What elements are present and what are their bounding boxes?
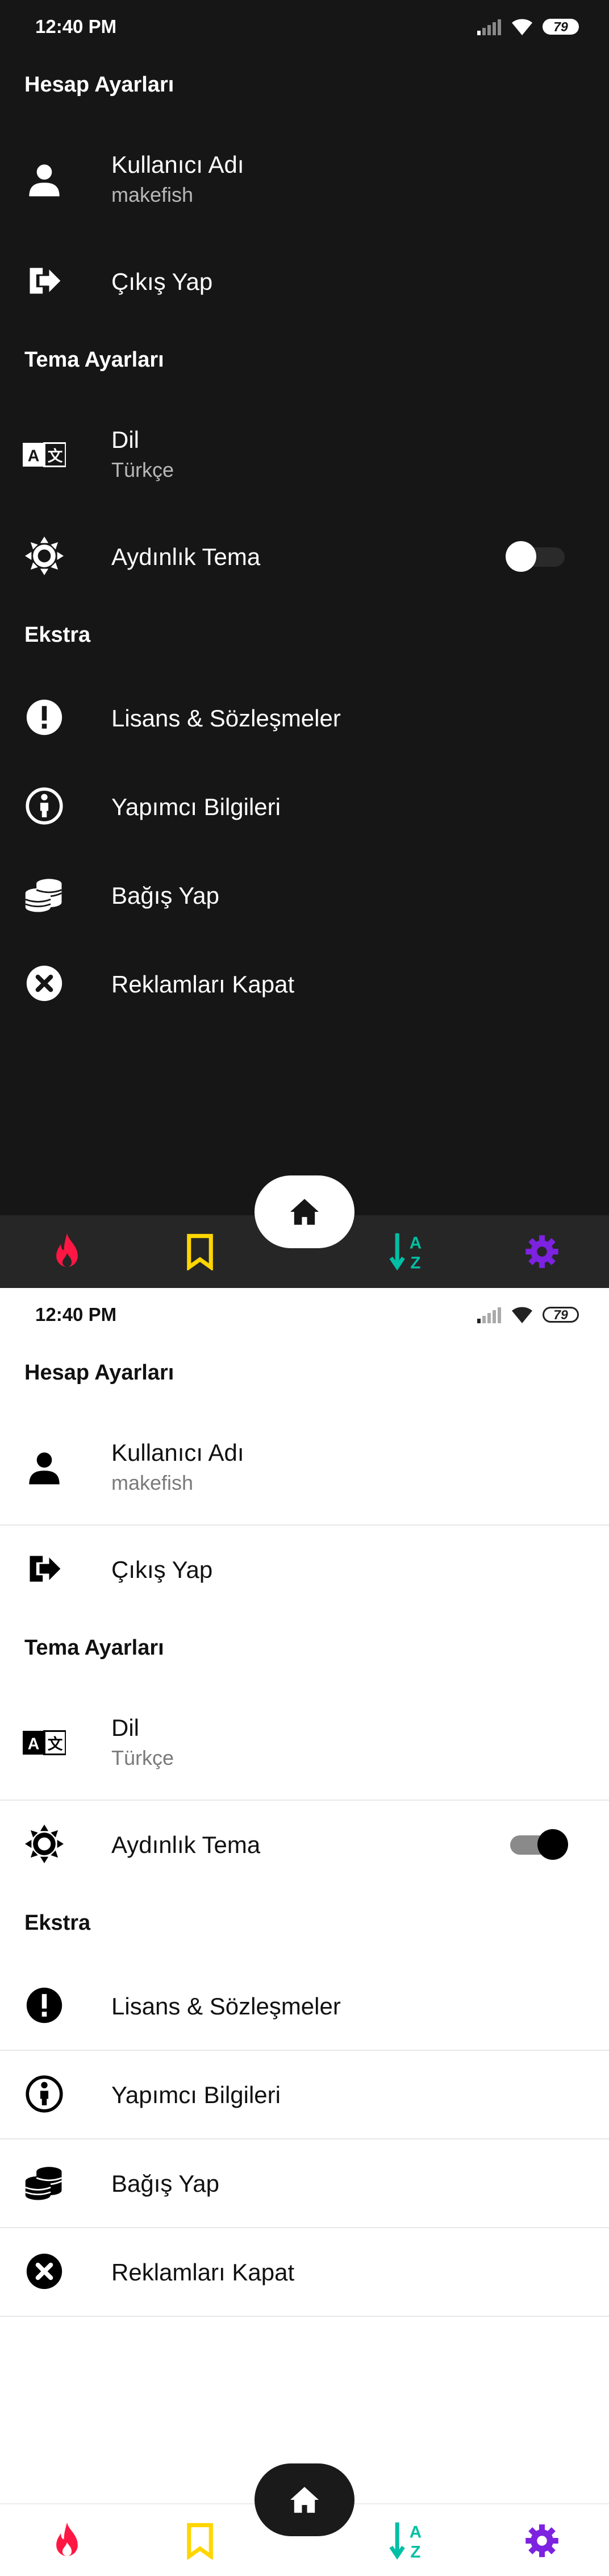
donate-row[interactable]: Bağış Yap xyxy=(0,2152,609,2214)
light-theme-toggle[interactable] xyxy=(506,1825,569,1864)
status-time: 12:40 PM xyxy=(35,16,117,37)
language-value: Türkçe xyxy=(111,458,174,481)
developer-row[interactable]: Yapımcı Bilgileri xyxy=(0,2063,609,2126)
language-row[interactable]: A文 Dil Türkçe xyxy=(0,412,609,497)
settings-screen-dark: 12:40 PM 79 Hesap Ayarları Kullanıcı Adı… xyxy=(0,0,609,1288)
person-info-icon xyxy=(23,2072,66,2116)
developer-row[interactable]: Yapımcı Bilgileri xyxy=(0,775,609,838)
logout-label: Çıkış Yap xyxy=(111,268,213,295)
license-row[interactable]: Lisans & Sözleşmeler xyxy=(0,687,609,749)
svg-text:文: 文 xyxy=(48,1735,63,1752)
divider xyxy=(0,1524,609,1526)
coins-icon xyxy=(23,873,66,916)
logout-label: Çıkış Yap xyxy=(111,1556,213,1583)
remove-ads-label: Reklamları Kapat xyxy=(111,971,295,998)
battery-indicator: 79 xyxy=(543,19,579,35)
light-theme-toggle[interactable] xyxy=(506,537,569,576)
bookmark-icon[interactable] xyxy=(178,2519,222,2562)
logout-row[interactable]: Çıkış Yap xyxy=(0,250,609,313)
coins-icon xyxy=(23,2161,66,2204)
gear-icon[interactable] xyxy=(520,2519,564,2562)
user-icon xyxy=(23,1446,66,1489)
license-label: Lisans & Sözleşmeler xyxy=(111,705,341,732)
home-button[interactable] xyxy=(255,1175,354,1248)
username-row[interactable]: Kullanıcı Adı makefish xyxy=(0,136,609,222)
fire-icon[interactable] xyxy=(45,2519,89,2562)
light-theme-row: Aydınlık Tema xyxy=(0,1813,609,1876)
svg-text:Z: Z xyxy=(410,1254,420,1272)
translate-icon: A文 xyxy=(23,1721,66,1764)
divider xyxy=(0,2316,609,2317)
donate-label: Bağış Yap xyxy=(111,2170,219,2197)
battery-indicator: 79 xyxy=(543,1307,579,1323)
language-value: Türkçe xyxy=(111,1746,174,1769)
settings-screen-light: 12:40 PM 79 Hesap Ayarları Kullanıcı Adı… xyxy=(0,1288,609,2576)
donate-row[interactable]: Bağış Yap xyxy=(0,864,609,926)
status-time: 12:40 PM xyxy=(35,1304,117,1325)
language-label: Dil xyxy=(111,426,139,453)
remove-ads-row[interactable]: Reklamları Kapat xyxy=(0,2241,609,2303)
close-circle-icon xyxy=(23,962,66,1005)
logout-row[interactable]: Çıkış Yap xyxy=(0,1538,609,1601)
status-bar: 12:40 PM 79 xyxy=(0,1288,609,1343)
close-circle-icon xyxy=(23,2250,66,2293)
status-bar: 12:40 PM 79 xyxy=(0,0,609,55)
remove-ads-label: Reklamları Kapat xyxy=(111,2259,295,2286)
light-theme-row: Aydınlık Tema xyxy=(0,525,609,588)
logout-icon xyxy=(23,1547,66,1590)
divider xyxy=(0,1800,609,1801)
section-title-account: Hesap Ayarları xyxy=(24,73,174,97)
donate-label: Bağış Yap xyxy=(111,882,219,909)
svg-text:A: A xyxy=(410,1234,422,1253)
svg-text:Z: Z xyxy=(410,2543,420,2561)
license-row[interactable]: Lisans & Sözleşmeler xyxy=(0,1975,609,2037)
svg-text:A: A xyxy=(28,447,40,465)
light-theme-label: Aydınlık Tema xyxy=(111,1831,261,1858)
section-title-extra: Ekstra xyxy=(24,623,91,647)
divider xyxy=(0,2138,609,2139)
developer-label: Yapımcı Bilgileri xyxy=(111,2081,281,2108)
username-value: makefish xyxy=(111,1471,194,1494)
language-label: Dil xyxy=(111,1714,139,1741)
signal-icon xyxy=(477,19,501,35)
signal-icon xyxy=(477,1307,501,1323)
wifi-icon xyxy=(512,1307,532,1323)
bookmark-icon[interactable] xyxy=(178,1230,222,1273)
username-label: Kullanıcı Adı xyxy=(111,1439,244,1466)
sort-az-icon[interactable]: AZ xyxy=(386,1230,429,1273)
wifi-icon xyxy=(512,19,532,35)
section-title-theme: Tema Ayarları xyxy=(24,1636,164,1660)
section-title-extra: Ekstra xyxy=(24,1911,91,1935)
home-icon xyxy=(290,2487,319,2513)
section-title-account: Hesap Ayarları xyxy=(24,1361,174,1385)
svg-text:A: A xyxy=(410,2523,422,2542)
language-row[interactable]: A文 Dil Türkçe xyxy=(0,1700,609,1785)
brightness-icon xyxy=(23,534,66,577)
username-value: makefish xyxy=(111,183,194,206)
username-row[interactable]: Kullanıcı Adı makefish xyxy=(0,1424,609,1510)
license-label: Lisans & Sözleşmeler xyxy=(111,1993,341,2020)
section-title-theme: Tema Ayarları xyxy=(24,348,164,372)
remove-ads-row[interactable]: Reklamları Kapat xyxy=(0,953,609,1015)
gear-icon[interactable] xyxy=(520,1230,564,1273)
logout-icon xyxy=(23,259,66,302)
home-button[interactable] xyxy=(255,2463,354,2536)
person-info-icon xyxy=(23,784,66,828)
divider xyxy=(0,2227,609,2228)
sort-az-icon[interactable]: AZ xyxy=(386,2519,429,2562)
svg-text:A: A xyxy=(28,1735,40,1753)
user-icon xyxy=(23,158,66,201)
translate-icon: A文 xyxy=(23,433,66,476)
alert-icon xyxy=(23,1984,66,2027)
light-theme-label: Aydınlık Tema xyxy=(111,543,261,570)
developer-label: Yapımcı Bilgileri xyxy=(111,793,281,820)
divider xyxy=(0,2050,609,2051)
fire-icon[interactable] xyxy=(45,1230,89,1273)
alert-icon xyxy=(23,696,66,739)
svg-text:文: 文 xyxy=(48,447,63,464)
home-icon xyxy=(290,1199,319,1225)
username-label: Kullanıcı Adı xyxy=(111,151,244,178)
brightness-icon xyxy=(23,1822,66,1865)
